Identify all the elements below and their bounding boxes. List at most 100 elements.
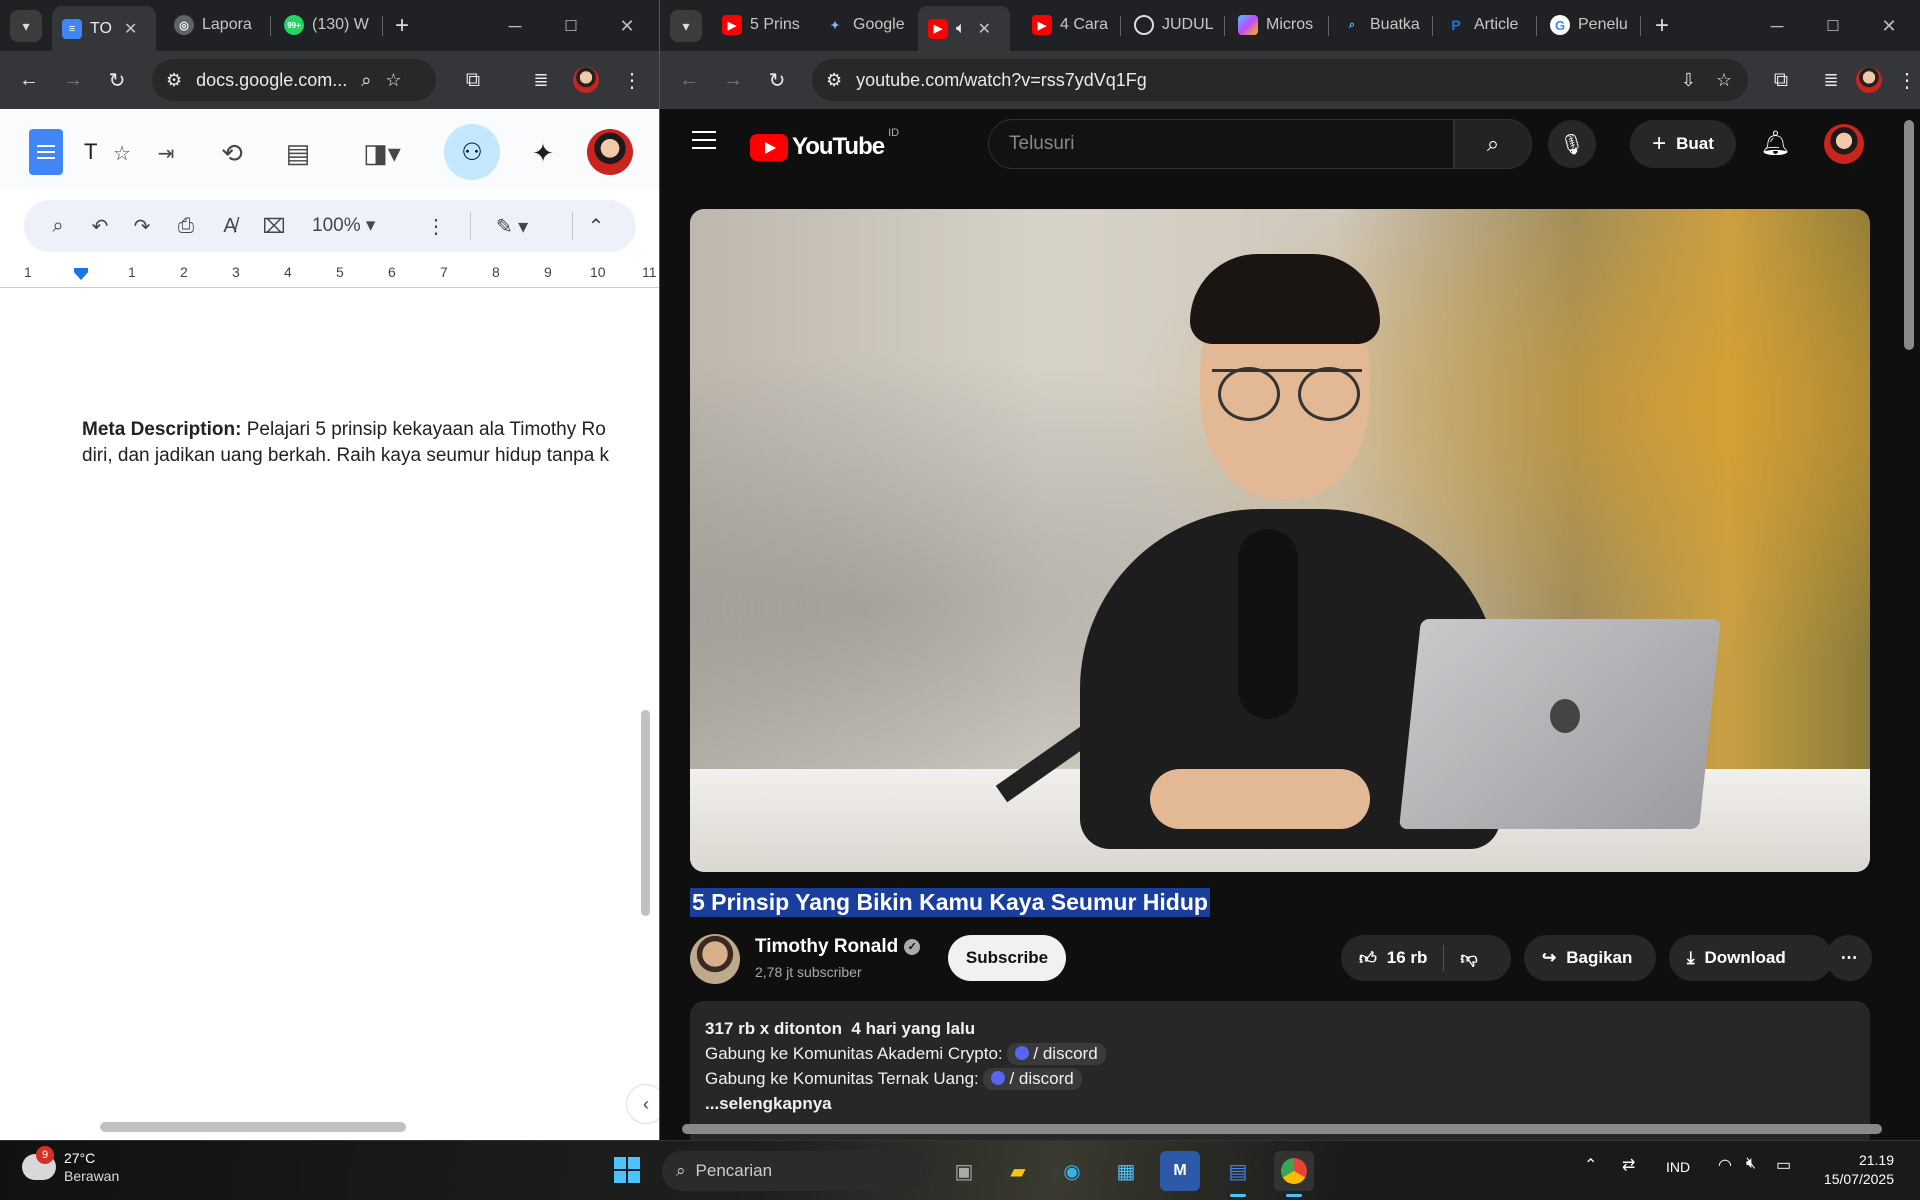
thumbs-down-icon[interactable]: 👎︎: [1460, 948, 1477, 969]
tab-search-chevron-icon[interactable]: ▾: [670, 10, 702, 42]
print-icon[interactable]: ⎙: [170, 210, 202, 242]
close-window-icon[interactable]: ✕: [1866, 10, 1912, 42]
comments-icon[interactable]: ▤: [278, 133, 318, 173]
mendeley-icon[interactable]: M: [1160, 1151, 1200, 1191]
notepad-icon[interactable]: ▤: [1218, 1151, 1258, 1197]
tab-microsoft-copilot[interactable]: Micros: [1228, 8, 1326, 42]
discord-link-2[interactable]: / discord: [983, 1068, 1082, 1090]
docs-logo-icon[interactable]: [29, 129, 63, 175]
tab-4-cara[interactable]: ▶ 4 Cara: [1022, 8, 1118, 42]
edge-browser-icon[interactable]: ◉: [1052, 1151, 1092, 1191]
language-indicator[interactable]: IND: [1666, 1159, 1690, 1175]
youtube-account-avatar[interactable]: [1824, 124, 1864, 164]
video-player[interactable]: [690, 209, 1870, 872]
clock[interactable]: 21.19 15/07/2025: [1808, 1151, 1894, 1189]
subscribe-button[interactable]: Subscribe: [948, 935, 1066, 981]
version-history-icon[interactable]: ⟲: [212, 133, 252, 173]
editing-mode-icon[interactable]: ✎ ▾: [484, 210, 540, 242]
zoom-select[interactable]: 100% ▾: [312, 214, 375, 237]
url-bar[interactable]: ⚙ docs.google.com... ⌕ ☆: [152, 59, 436, 101]
discord-link-1[interactable]: / discord: [1007, 1043, 1106, 1065]
gemini-icon[interactable]: ✦: [523, 133, 563, 173]
vertical-scrollbar[interactable]: [641, 710, 650, 916]
tab-docs[interactable]: ≡ TO ✕: [52, 6, 156, 51]
tab-search-chevron-icon[interactable]: ▾: [10, 10, 42, 42]
taskbar-search[interactable]: ⌕ Pencarian: [662, 1151, 926, 1191]
reload-icon[interactable]: ↻: [102, 65, 132, 95]
battery-icon[interactable]: ▭: [1776, 1155, 1791, 1175]
audio-playing-icon[interactable]: 🔈︎: [956, 20, 966, 38]
back-icon[interactable]: ←: [14, 65, 44, 95]
undo-icon[interactable]: ↶: [84, 210, 116, 242]
search-icon[interactable]: ⌕: [1454, 119, 1532, 169]
volume-muted-icon[interactable]: 🔇︎: [1746, 1155, 1756, 1173]
share-add-person-icon[interactable]: ⚇: [444, 124, 500, 180]
new-tab-icon[interactable]: +: [1646, 10, 1678, 42]
star-icon[interactable]: ☆: [102, 133, 142, 173]
menu-dots-icon[interactable]: ⋮: [617, 65, 647, 95]
show-more-link[interactable]: ...selengkapnya: [705, 1091, 1855, 1116]
search-menus-icon[interactable]: ⌕: [42, 210, 74, 242]
doc-title[interactable]: T: [84, 139, 97, 165]
more-actions-icon[interactable]: ⋯: [1826, 935, 1872, 981]
docs-account-avatar[interactable]: [587, 129, 633, 175]
side-panel-toggle-icon[interactable]: ‹: [626, 1084, 659, 1124]
hamburger-menu-icon[interactable]: [692, 131, 716, 133]
channel-avatar[interactable]: [690, 934, 740, 984]
show-hidden-icons-icon[interactable]: ⌃: [1584, 1155, 1597, 1175]
url-bar[interactable]: ⚙ youtube.com/watch?v=rss7ydVq1Fg ⇩ ☆: [812, 59, 1748, 101]
close-icon[interactable]: ✕: [978, 19, 991, 39]
more-options-icon[interactable]: ⋮: [420, 210, 452, 242]
hide-menus-icon[interactable]: ⌃: [580, 210, 612, 242]
bookmark-star-icon[interactable]: ☆: [1716, 70, 1732, 91]
create-button[interactable]: + Buat: [1630, 120, 1736, 168]
horizontal-scrollbar[interactable]: [100, 1122, 406, 1132]
maximize-icon[interactable]: ☐: [1810, 10, 1856, 42]
tab-penelusuran[interactable]: G Penelu: [1540, 8, 1638, 42]
tab-youtube-active[interactable]: ▶ 🔈︎ ✕: [918, 6, 1010, 51]
weather-widget[interactable]: 9 27°C Berawan: [22, 1146, 119, 1185]
chrome-icon[interactable]: [1274, 1151, 1314, 1197]
notifications-bell-icon[interactable]: 🔔︎: [1760, 129, 1790, 158]
indent-marker[interactable]: [74, 268, 88, 280]
minimize-icon[interactable]: ─: [1754, 10, 1800, 42]
horizontal-scrollbar[interactable]: [682, 1124, 1882, 1134]
media-control-icon[interactable]: ≣: [526, 65, 556, 95]
paint-format-icon[interactable]: ⌧: [258, 210, 290, 242]
document-page[interactable]: Meta Description: Pelajari 5 prinsip kek…: [0, 289, 659, 1119]
move-folder-icon[interactable]: ⇥: [146, 133, 186, 173]
microsoft-store-icon[interactable]: ▦: [1106, 1151, 1146, 1191]
task-view-icon[interactable]: ▣: [944, 1151, 984, 1191]
tab-google-gemini[interactable]: ✦ Google: [815, 8, 911, 42]
download-button[interactable]: ⤓ Download: [1669, 935, 1833, 981]
close-window-icon[interactable]: ✕: [604, 10, 650, 42]
search-input[interactable]: Telusuri: [988, 119, 1454, 169]
site-info-icon[interactable]: ⚙: [826, 70, 842, 91]
reload-icon[interactable]: ↻: [762, 65, 792, 95]
tab-laporan[interactable]: ◎ Lapora: [164, 8, 266, 42]
share-button[interactable]: ↪ Bagikan: [1524, 935, 1656, 981]
tab-buatkan[interactable]: ⌕ Buatka: [1332, 8, 1430, 42]
thumbs-up-icon[interactable]: 👍︎: [1359, 948, 1377, 969]
file-explorer-icon[interactable]: ▰: [998, 1151, 1038, 1191]
connections-icon[interactable]: ⇄: [1622, 1155, 1635, 1175]
video-description[interactable]: 317 rb x ditonton 4 hari yang lalu Gabun…: [690, 1001, 1870, 1140]
install-app-icon[interactable]: ⇩: [1681, 70, 1696, 91]
like-count[interactable]: 16 rb: [1387, 948, 1428, 968]
redo-icon[interactable]: ↷: [126, 210, 158, 242]
video-title[interactable]: 5 Prinsip Yang Bikin Kamu Kaya Seumur Hi…: [690, 888, 1210, 917]
new-tab-icon[interactable]: +: [386, 10, 418, 42]
tab-whatsapp[interactable]: 99+ (130) W: [274, 8, 382, 42]
document-body-text[interactable]: Meta Description: Pelajari 5 prinsip kek…: [82, 417, 638, 469]
extensions-icon[interactable]: ⧉: [458, 65, 488, 95]
channel-name[interactable]: Timothy Ronald ✓: [755, 936, 921, 958]
wifi-icon[interactable]: ◠: [1718, 1155, 1732, 1175]
forward-icon[interactable]: →: [718, 65, 748, 95]
voice-search-mic-icon[interactable]: 🎙︎: [1548, 120, 1596, 168]
forward-icon[interactable]: →: [58, 65, 88, 95]
vertical-scrollbar[interactable]: [1904, 120, 1914, 350]
menu-dots-icon[interactable]: ⋮: [1892, 65, 1920, 95]
tab-5-prinsip[interactable]: ▶ 5 Prins: [712, 8, 808, 42]
site-info-icon[interactable]: ⚙: [166, 70, 182, 91]
tab-article[interactable]: P Article: [1436, 8, 1534, 42]
